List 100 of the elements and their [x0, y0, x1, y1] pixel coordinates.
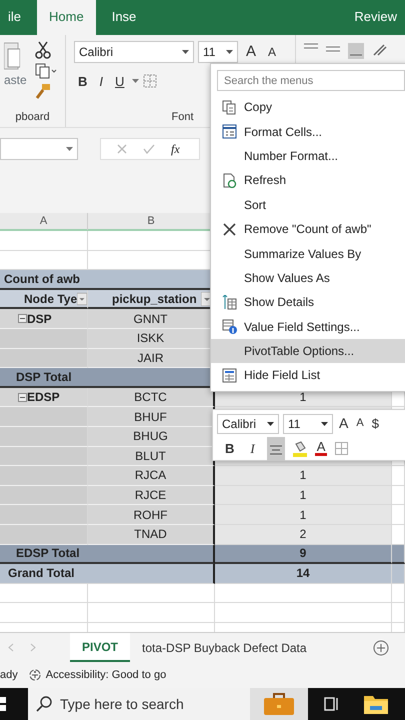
decrease-font-button[interactable]: A [264, 43, 280, 62]
table-cell-text: JAIR [137, 350, 164, 367]
briefcase-icon[interactable] [264, 693, 294, 715]
filter-dropdown-icon[interactable] [77, 292, 87, 306]
menu-item[interactable]: Copy [211, 95, 405, 120]
menu-item[interactable]: Summarize Values By [211, 241, 405, 266]
table-cell-text: RJCE [134, 487, 166, 504]
table-cell-text: BCTC [134, 389, 167, 406]
copy-icon [222, 100, 237, 115]
ribbon-tab[interactable]: Home [37, 0, 96, 35]
caret-icon [132, 79, 140, 84]
menu-search-field[interactable]: Search the menus [217, 70, 405, 91]
fill-color-icon[interactable] [292, 440, 307, 457]
menu-item[interactable]: Refresh [211, 168, 405, 193]
table-cell-text: BLUT [135, 448, 166, 465]
group-label: Font [170, 110, 194, 124]
accessibility-icon[interactable] [28, 669, 42, 681]
align-center-button[interactable] [266, 437, 285, 460]
align-center-icon [270, 444, 282, 456]
caret-icon [66, 147, 73, 151]
bold-button[interactable]: B [221, 439, 238, 458]
table-cell-text: GNNT [134, 310, 168, 328]
table-cell-text: TNAD [134, 526, 167, 544]
insert-function-button[interactable]: fx [171, 140, 180, 158]
menu-item[interactable]: Format Cells... [211, 119, 405, 144]
decrease-font-button[interactable]: A [354, 415, 366, 432]
table-cell-text: ISKK [136, 330, 164, 348]
table-cell-text: BHUG [133, 428, 168, 446]
ribbon-tab[interactable]: ile [0, 6, 30, 35]
table-cell [392, 584, 405, 604]
group-label: pboard [14, 110, 51, 124]
collapse-icon[interactable] [18, 314, 27, 324]
font-name-field[interactable]: Calibri [217, 414, 279, 434]
format-cells-icon [222, 124, 237, 140]
table-cell-text: 1 [300, 389, 306, 406]
pivot-title: Count of awb [3, 270, 80, 288]
table-cell-text: 2 [300, 526, 306, 544]
folder-icon[interactable] [364, 694, 388, 714]
menu-item[interactable]: Value Field Settings... [211, 314, 405, 339]
row-label: DSP [27, 310, 52, 328]
field-settings-icon [222, 319, 237, 334]
task-view-icon[interactable] [324, 696, 340, 712]
align-bottom-icon[interactable] [348, 43, 364, 59]
copy-icon[interactable] [34, 63, 57, 79]
ribbon-tab[interactable]: Review [346, 6, 405, 35]
font-size-field[interactable]: 11 [198, 41, 238, 64]
font-size-field[interactable]: 11 [283, 414, 333, 434]
table-cell [392, 603, 405, 623]
italic-button[interactable]: I [246, 439, 259, 458]
sheet-tab[interactable]: PIVOT [70, 633, 130, 662]
status-text: ady [0, 668, 18, 683]
currency-button[interactable]: $ [370, 414, 381, 434]
table-cell-text: ROHF [134, 506, 168, 524]
details-icon [222, 294, 237, 310]
orientation-icon[interactable] [372, 43, 388, 57]
row-label: EDSP [27, 389, 60, 406]
total-value: 14 [296, 565, 310, 582]
windows-logo-icon[interactable] [0, 697, 6, 711]
caret-icon [321, 422, 328, 426]
cut-icon[interactable] [34, 41, 51, 59]
bold-button[interactable]: B [74, 72, 92, 91]
add-sheet-icon[interactable] [373, 640, 389, 656]
sheet-tab[interactable]: tota-DSP Buyback Defect Data [130, 633, 319, 662]
column-label: Node Tye [23, 290, 78, 308]
total-label: DSP Total [15, 368, 72, 386]
field-list-icon [222, 368, 237, 383]
paste-icon [4, 41, 20, 71]
column-label: pickup_station [111, 290, 197, 308]
table-cell-text: 1 [300, 506, 306, 524]
table-cell-text: 1 [300, 487, 306, 504]
menu-item[interactable]: Show Values As [211, 266, 405, 290]
caret-icon [182, 50, 189, 54]
menu-item[interactable]: Show Details [211, 290, 405, 315]
accessibility-status[interactable]: Accessibility: Good to go [46, 666, 166, 684]
menu-item[interactable]: Hide Field List [211, 363, 405, 388]
caret-icon [267, 422, 274, 426]
close-icon [222, 222, 237, 237]
table-cell-text: 1 [300, 467, 306, 484]
collapse-icon[interactable] [18, 392, 27, 402]
borders-icon[interactable] [143, 74, 158, 88]
paste-label[interactable]: aste [4, 71, 27, 89]
column-header[interactable]: A [0, 213, 88, 230]
italic-button[interactable]: I [95, 72, 108, 91]
format-painter-icon[interactable] [34, 83, 51, 99]
font-color-button[interactable]: A [314, 441, 328, 456]
menu-item[interactable]: PivotTable Options... [211, 338, 405, 364]
refresh-icon [222, 172, 237, 188]
caret-icon [226, 50, 233, 54]
ribbon-tab[interactable]: Inse [104, 6, 144, 35]
increase-font-button[interactable]: A [242, 41, 260, 64]
increase-font-button[interactable]: A [337, 413, 350, 434]
table-cell-text: BHUF [134, 408, 167, 426]
total-label: EDSP Total [15, 545, 80, 562]
menu-item[interactable]: Number Format... [211, 144, 405, 168]
total-label: Grand Total [7, 565, 74, 582]
search-icon [36, 696, 52, 712]
taskbar-search-field[interactable]: Type here to search [28, 688, 308, 720]
font-name-field[interactable]: Calibri [74, 41, 194, 64]
table-cell-text: RJCA [134, 467, 166, 484]
underline-button[interactable]: U [111, 72, 128, 91]
